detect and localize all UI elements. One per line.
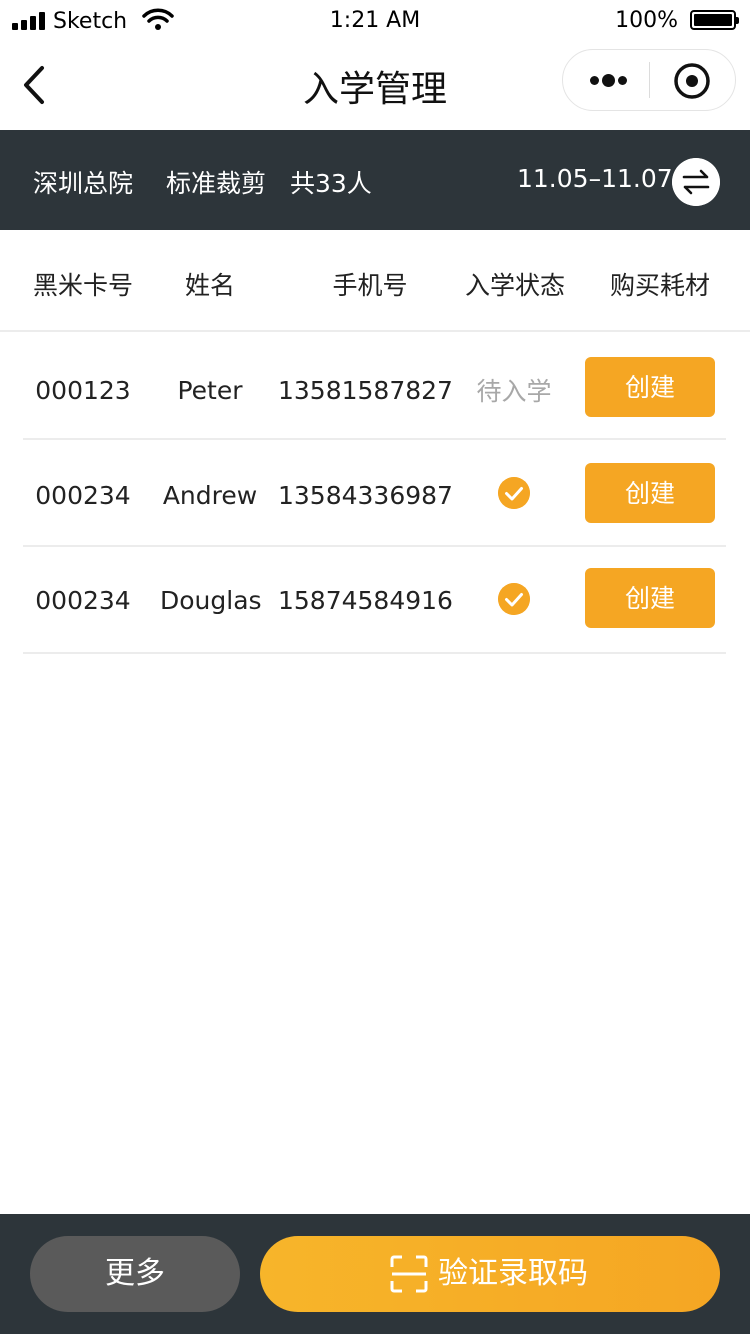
header-name: 姓名 [184, 271, 235, 300]
verify-button-label: 验证录取码 [438, 1256, 588, 1291]
create-button[interactable]: 创建 [585, 568, 715, 628]
campus-label: 深圳总院 [33, 169, 134, 198]
check-circle-icon [498, 583, 530, 615]
row-phone: 13584336987 [278, 481, 453, 510]
table-row: 000234 Douglas 15874584916 创建 [23, 548, 726, 654]
row-card-number: 000234 [35, 481, 131, 510]
more-button[interactable]: 更多 [30, 1236, 240, 1312]
row-name: Peter [177, 376, 243, 405]
row-card-number: 000234 [35, 586, 131, 615]
header-enroll-status: 入学状态 [464, 271, 565, 300]
header-phone: 手机号 [332, 271, 408, 300]
row-phone: 13581587827 [278, 376, 453, 405]
close-target-icon[interactable] [673, 62, 711, 100]
table-row: 000234 Andrew 13584336987 创建 [23, 441, 726, 547]
total-count: 共33人 [290, 169, 372, 198]
date-range: 11.05–11.07 [517, 164, 673, 193]
course-label: 标准裁剪 [166, 169, 267, 198]
more-dots-icon[interactable] [563, 50, 649, 110]
header-materials: 购买耗材 [609, 271, 710, 300]
status-bar: Sketch 1:21 AM 100% [0, 0, 750, 42]
row-name: Andrew [162, 481, 258, 510]
check-circle-icon [498, 477, 530, 509]
scan-frame-icon [390, 1255, 428, 1293]
battery-icon [690, 10, 739, 30]
class-info-bar: 深圳总院 标准裁剪 共33人 11.05–11.07 [0, 130, 750, 230]
battery-percent: 100% [615, 8, 678, 33]
create-button[interactable]: 创建 [585, 463, 715, 523]
row-enroll-status: 待入学 [476, 377, 552, 406]
table-row: 000123 Peter 13581587827 待入学 创建 [23, 334, 726, 440]
create-button[interactable]: 创建 [585, 357, 715, 417]
header-card-number: 黑米卡号 [32, 271, 133, 300]
mini-program-capsule [562, 49, 736, 111]
row-phone: 15874584916 [278, 586, 453, 615]
row-card-number: 000123 [35, 376, 131, 405]
bottom-action-bar: 更多 验证录取码 [0, 1214, 750, 1334]
table-header: 黑米卡号 姓名 手机号 入学状态 购买耗材 [0, 230, 750, 332]
capsule-divider [649, 62, 650, 98]
nav-bar: 入学管理 [0, 42, 750, 130]
row-name: Douglas [160, 586, 262, 615]
swap-arrows-icon[interactable] [672, 158, 720, 206]
verify-admission-code-button[interactable]: 验证录取码 [260, 1236, 720, 1312]
